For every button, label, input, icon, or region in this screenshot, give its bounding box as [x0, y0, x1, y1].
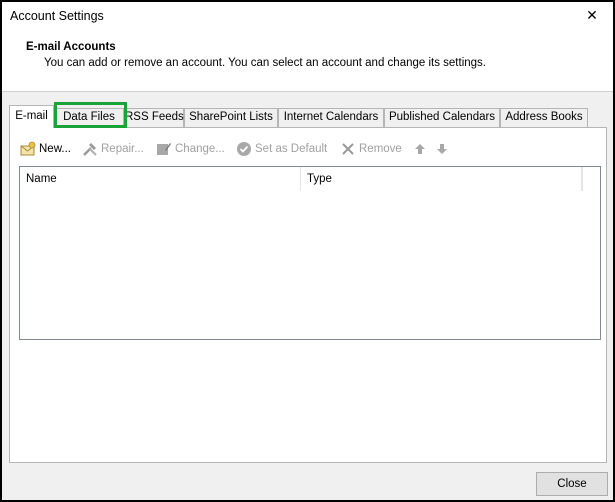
tab-address-books[interactable]: Address Books [500, 108, 588, 127]
tab-sharepoint-lists[interactable]: SharePoint Lists [184, 108, 278, 127]
section-description: You can add or remove an account. You ca… [44, 57, 486, 69]
header-section: E-mail Accounts You can add or remove an… [2, 31, 613, 92]
repair-button[interactable]: Repair... [82, 140, 144, 158]
change-button-label: Change... [175, 143, 225, 155]
email-tab-panel: New... Repair... Change... Set as Defaul… [9, 127, 607, 463]
change-icon [156, 141, 172, 157]
arrow-up-icon [412, 141, 428, 157]
close-button[interactable]: Close [536, 472, 608, 496]
new-mail-icon [20, 141, 36, 157]
column-header-type[interactable]: Type [301, 167, 582, 191]
accounts-list[interactable]: Name Type [19, 166, 601, 340]
toolbar: New... Repair... Change... Set as Defaul… [20, 140, 600, 158]
repair-tools-icon [82, 141, 98, 157]
window-title: Account Settings [10, 9, 104, 23]
tab-internet-calendars[interactable]: Internet Calendars [278, 108, 384, 127]
checkmark-circle-icon [236, 141, 252, 157]
change-button[interactable]: Change... [156, 140, 225, 158]
move-up-button[interactable] [412, 140, 431, 158]
arrow-down-icon [434, 141, 450, 157]
set-as-default-label: Set as Default [255, 143, 328, 155]
title-bar: Account Settings ✕ [2, 2, 613, 31]
new-button-label: New... [39, 143, 71, 155]
remove-x-icon [340, 141, 356, 157]
column-divider [582, 167, 583, 191]
set-as-default-button[interactable]: Set as Default [236, 140, 327, 158]
new-account-button[interactable]: New... [20, 140, 71, 158]
tab-published-calendars[interactable]: Published Calendars [384, 108, 500, 127]
tab-email[interactable]: E-mail [9, 105, 54, 128]
tab-strip: E-mail Data Files RSS Feeds SharePoint L… [9, 105, 609, 128]
account-settings-window: Account Settings ✕ E-mail Accounts You c… [0, 0, 615, 502]
close-icon[interactable]: ✕ [581, 5, 603, 25]
tab-rss-feeds[interactable]: RSS Feeds [124, 108, 184, 127]
section-title: E-mail Accounts [26, 41, 116, 53]
move-down-button[interactable] [434, 140, 453, 158]
column-header-name[interactable]: Name [20, 167, 301, 191]
repair-button-label: Repair... [101, 143, 144, 155]
tab-data-files[interactable]: Data Files [54, 108, 124, 127]
remove-button[interactable]: Remove [340, 140, 402, 158]
remove-button-label: Remove [359, 143, 402, 155]
